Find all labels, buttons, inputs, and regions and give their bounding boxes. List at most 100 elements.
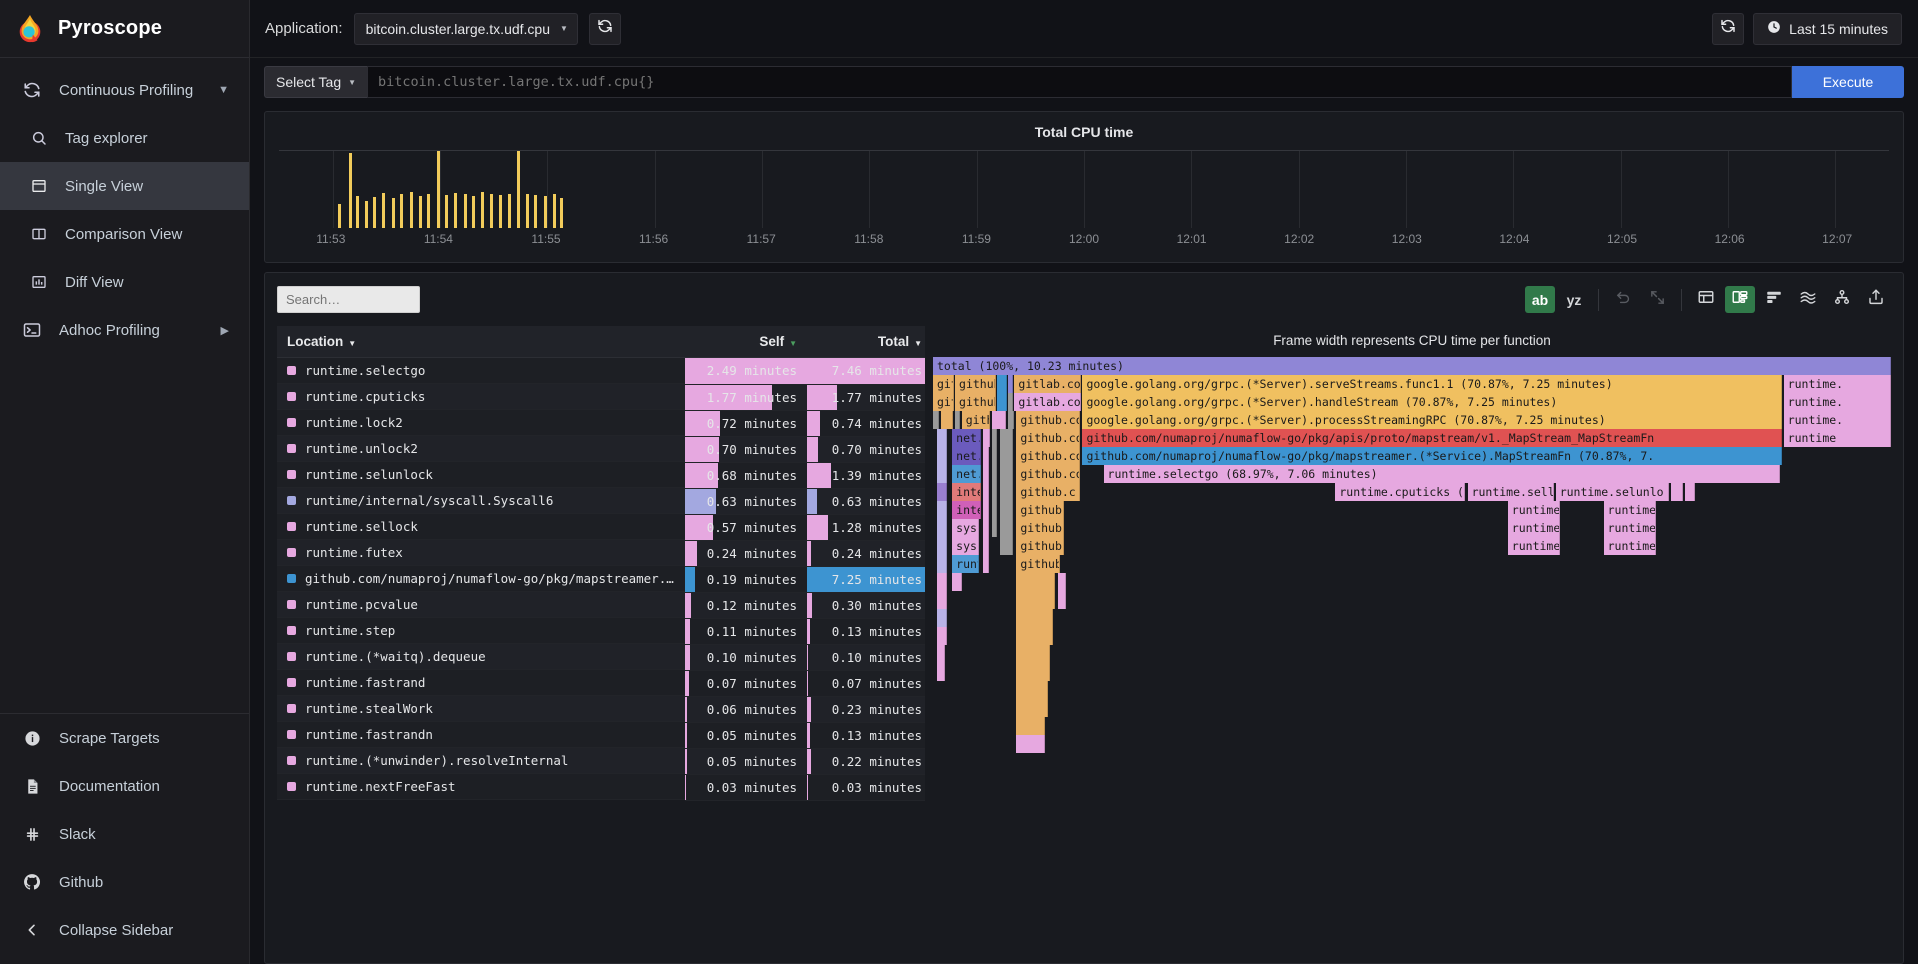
flamegraph-frame[interactable] (1016, 663, 1050, 681)
refresh-apps-button[interactable] (588, 12, 621, 45)
flamegraph-frame[interactable]: runtime (1603, 519, 1657, 537)
flamegraph-frame[interactable]: githu (961, 411, 991, 429)
timeline-bar[interactable] (499, 195, 503, 228)
flamegraph-frame[interactable]: runtime (1603, 501, 1657, 519)
flamegraph-frame[interactable]: inte (952, 483, 981, 501)
flamegraph-frame[interactable]: github.co (1016, 411, 1080, 429)
export-button[interactable] (1861, 286, 1891, 313)
column-header-self[interactable]: Self ▼ (685, 326, 807, 358)
flamegraph-frame[interactable]: runtime. (1783, 393, 1891, 411)
sidebar-item-continuous-profiling[interactable]: Continuous Profiling ▼ (0, 66, 249, 114)
flamegraph-frame[interactable]: net.( (952, 429, 981, 447)
flamegraph-frame[interactable] (1016, 681, 1048, 699)
brand[interactable]: Pyroscope (0, 0, 249, 58)
flamegraph-view-button[interactable] (1759, 286, 1789, 313)
flamegraph-frame[interactable]: github.com/numaproj/numaflow-go/pkg/maps… (1082, 447, 1782, 465)
flamegraph-frame[interactable] (982, 429, 991, 447)
table-row[interactable]: runtime.nextFreeFast 0.03 minutes 0.03 min… (277, 774, 925, 801)
flamegraph-frame[interactable] (936, 555, 948, 573)
flamegraph-frame[interactable]: runtime.selectgo (68.97%, 7.06 minutes) (1103, 465, 1780, 483)
flamegraph-frame[interactable] (940, 411, 954, 429)
table-row[interactable]: runtime.futex 0.24 minutes 0.24 minutes (277, 540, 925, 567)
flamegraph-frame[interactable] (1016, 591, 1055, 609)
flamegraph-frame[interactable]: runtime (1507, 519, 1561, 537)
flamegraph-frame[interactable] (936, 627, 948, 645)
flamegraph-frame[interactable]: google.golang.org/grpc.(*Server).process… (1082, 411, 1782, 429)
flamegraph-frame[interactable]: runtime. (1783, 375, 1891, 393)
flamegraph-frame[interactable] (936, 501, 948, 519)
flamegraph-frame[interactable] (992, 465, 998, 483)
flamegraph-frame[interactable] (982, 483, 989, 501)
flamegraph-frame[interactable] (1685, 483, 1695, 501)
flamegraph-frame[interactable] (1670, 483, 1684, 501)
flamegraph-frame[interactable] (936, 429, 948, 447)
timeline-chart[interactable] (279, 150, 1889, 228)
flamegraph-frame[interactable]: github (1016, 555, 1061, 573)
flamegraph-frame[interactable] (992, 411, 1006, 429)
timeline-bar[interactable] (525, 194, 529, 228)
tree-view-button[interactable] (1827, 286, 1857, 313)
timeline-bar[interactable] (445, 195, 449, 228)
timeline-bar[interactable] (418, 195, 422, 228)
table-row[interactable]: runtime.cputicks 1.77 minutes 1.77 minutes (277, 384, 925, 411)
flamegraph-frame[interactable]: github. (955, 375, 997, 393)
flamegraph-frame[interactable] (982, 537, 989, 555)
flamegraph-frame[interactable] (936, 663, 946, 681)
flamegraph-frame[interactable]: github.com/numaproj/numaflow-go/pkg/apis… (1082, 429, 1782, 447)
timeline-bar[interactable] (534, 195, 538, 228)
flamegraph-frame[interactable] (1000, 519, 1013, 537)
timeline-bar[interactable] (552, 193, 556, 228)
flamegraph-frame[interactable] (1016, 735, 1046, 753)
timeline-bar[interactable] (472, 195, 476, 228)
flamegraph-frame[interactable]: github. (955, 393, 997, 411)
flamegraph-frame[interactable] (936, 609, 948, 627)
flamegraph-frame[interactable] (936, 537, 948, 555)
flamegraph-frame[interactable] (936, 519, 948, 537)
flamegraph-frame[interactable]: github. (1016, 537, 1065, 555)
column-header-total[interactable]: Total ▼ (807, 326, 925, 358)
flamegraph-frame[interactable]: github.co (1016, 465, 1080, 483)
execute-button[interactable]: Execute (1792, 66, 1904, 98)
flamegraph-frame[interactable] (982, 519, 989, 537)
flamegraph-frame[interactable]: total (100%, 10.23 minutes) (933, 357, 1891, 375)
timeline-bar[interactable] (427, 194, 431, 228)
flamegraph-frame[interactable]: github.co (1016, 447, 1080, 465)
flamegraph-canvas[interactable]: total (100%, 10.23 minutes)gitgithub.git… (933, 357, 1891, 917)
flamegraph-frame[interactable] (1000, 465, 1013, 483)
timeline-bar[interactable] (436, 151, 440, 228)
flamegraph-frame[interactable] (1000, 447, 1013, 465)
time-range-picker[interactable]: Last 15 minutes (1753, 12, 1902, 45)
flamegraph-frame[interactable]: github.co (1016, 429, 1080, 447)
refresh-button[interactable] (1712, 12, 1745, 45)
query-input[interactable] (367, 66, 1792, 98)
sidebar-item-tag-explorer[interactable]: Tag explorer (0, 114, 249, 162)
flamegraph-frame[interactable] (1057, 573, 1067, 591)
timeline-bar[interactable] (373, 196, 377, 228)
timeline-bar[interactable] (409, 191, 413, 228)
flamegraph-frame[interactable] (933, 411, 939, 429)
flamegraph-frame[interactable] (1000, 501, 1013, 519)
flamegraph-frame[interactable] (955, 411, 961, 429)
flamegraph-frame[interactable]: github. (1016, 501, 1065, 519)
timeline-bar[interactable] (453, 192, 457, 228)
flamegraph-frame[interactable] (936, 465, 948, 483)
table-view-button[interactable] (1691, 286, 1721, 313)
flamegraph-frame[interactable] (936, 483, 948, 501)
flamegraph-frame[interactable] (1007, 393, 1014, 411)
flamegraph-frame[interactable] (997, 375, 1007, 393)
timeline-bar[interactable] (463, 194, 467, 228)
flamegraph-frame[interactable]: runtime.selunlo (1555, 483, 1669, 501)
table-row[interactable]: runtime.(*unwinder).resolveInternal 0.05 … (277, 748, 925, 775)
flamegraph-frame[interactable] (952, 573, 962, 591)
fit-button[interactable] (1642, 286, 1672, 313)
select-tag-button[interactable]: Select Tag ▼ (264, 66, 368, 98)
table-row[interactable]: runtime.step 0.11 minutes 0.13 minutes (277, 618, 925, 645)
timeline-bar[interactable] (544, 195, 548, 228)
sidebar-item-collapse-sidebar[interactable]: Collapse Sidebar (0, 906, 249, 954)
timeline-bar[interactable] (490, 193, 494, 228)
flamegraph-frame[interactable] (936, 591, 948, 609)
table-row[interactable]: runtime.(*waitq).dequeue 0.10 minutes 0.10… (277, 644, 925, 671)
flamegraph-frame[interactable]: runtime (1507, 501, 1561, 519)
flamegraph-frame[interactable] (1000, 429, 1013, 447)
flamegraph-frame[interactable]: github.c (1016, 483, 1080, 501)
